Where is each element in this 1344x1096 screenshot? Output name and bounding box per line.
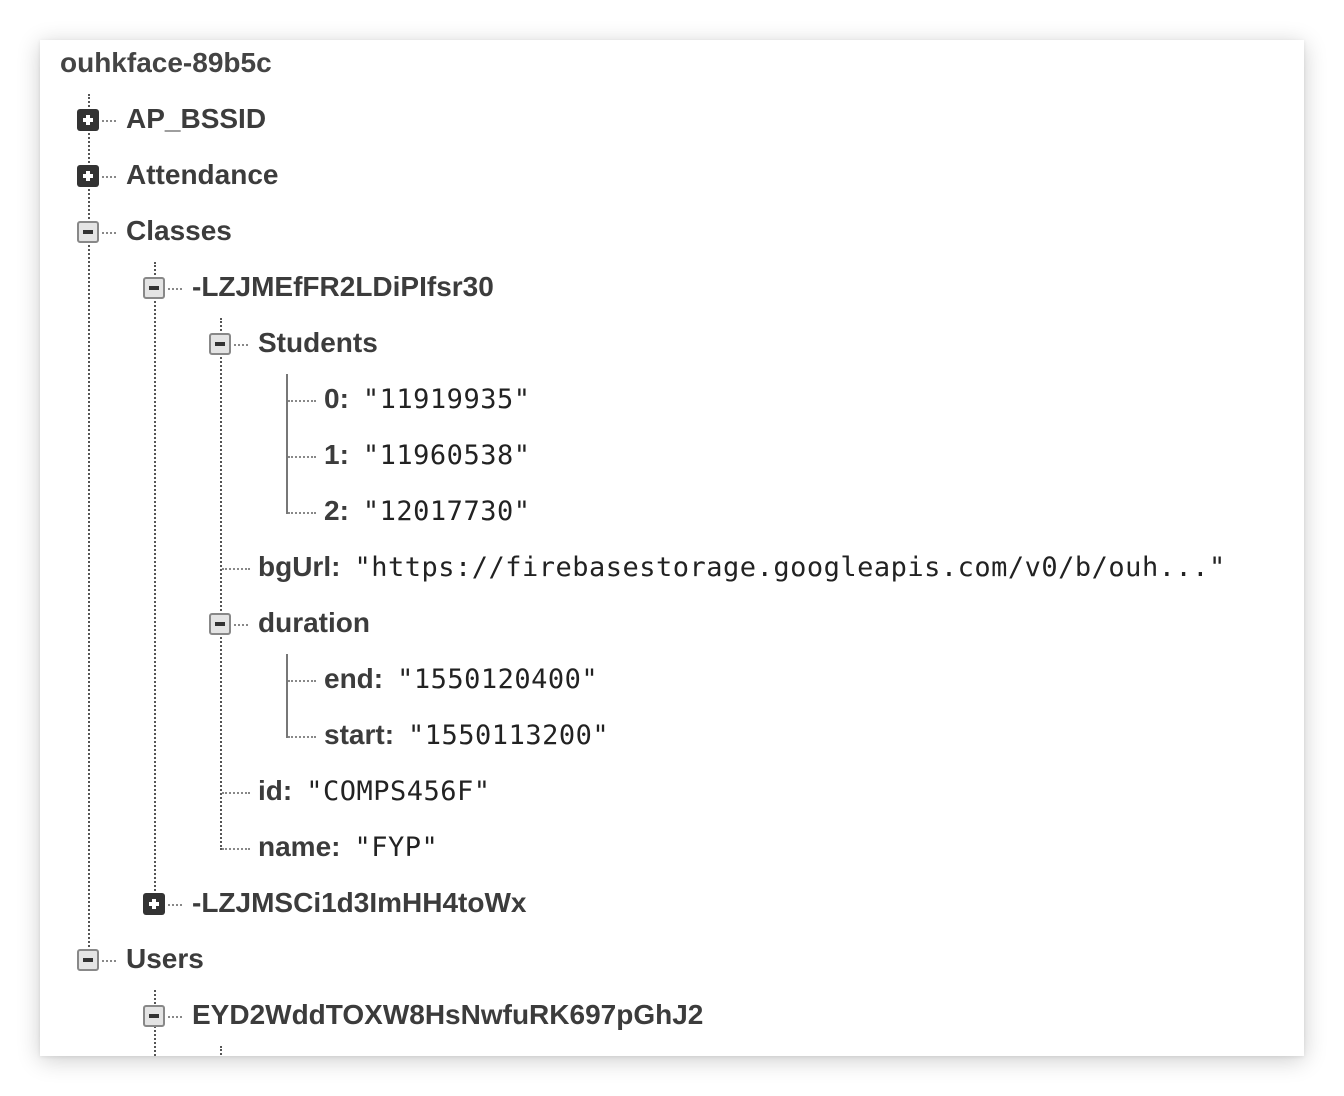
- tree-node-class-1[interactable]: -LZJMEfFR2LDiPIfsr30: [192, 270, 494, 304]
- leaf-value[interactable]: "COMPS456F": [306, 776, 490, 807]
- tree-node-students[interactable]: Students: [258, 326, 378, 360]
- collapse-icon[interactable]: [209, 333, 231, 355]
- tree-connector: [168, 1016, 182, 1018]
- leaf-colon: :: [331, 551, 341, 582]
- database-root-label[interactable]: ouhkface-89b5c: [60, 46, 272, 80]
- tree-leaf-student-2[interactable]: 2: "12017730": [324, 494, 530, 528]
- tree-leaf-start[interactable]: start: "1550113200": [324, 718, 609, 752]
- tree-guide-students: [286, 374, 288, 514]
- node-key[interactable]: -LZJMSCi1d3ImHH4toWx: [192, 887, 526, 918]
- collapse-icon[interactable]: [77, 221, 99, 243]
- node-key[interactable]: Students: [258, 327, 378, 358]
- tree-connector: [168, 904, 182, 906]
- tree-leaf-student-1[interactable]: 1: "11960538": [324, 438, 530, 472]
- leaf-key[interactable]: 1: [324, 439, 340, 470]
- expand-icon[interactable]: [143, 893, 165, 915]
- node-key[interactable]: Attendance: [126, 159, 278, 190]
- leaf-colon: :: [331, 831, 341, 862]
- leaf-value[interactable]: "11919935": [363, 384, 531, 415]
- tree-node-users[interactable]: Users: [126, 942, 204, 976]
- tree-connector: [102, 232, 116, 234]
- leaf-value[interactable]: "FYP": [354, 832, 438, 863]
- tree-node-class-2[interactable]: -LZJMSCi1d3ImHH4toWx: [192, 886, 526, 920]
- collapse-icon[interactable]: [143, 1005, 165, 1027]
- node-key[interactable]: Classes: [126, 215, 232, 246]
- expand-icon[interactable]: [77, 109, 99, 131]
- leaf-key[interactable]: 0: [324, 383, 340, 414]
- tree-guide-level-1: [154, 262, 156, 906]
- node-key[interactable]: -LZJMEfFR2LDiPIfsr30: [192, 271, 494, 302]
- leaf-value[interactable]: "11960538": [363, 440, 531, 471]
- leaf-colon: :: [384, 719, 395, 750]
- tree-connector: [102, 120, 116, 122]
- tree-guide-user-children: [220, 1046, 222, 1056]
- tree-connector: [222, 792, 250, 794]
- tree-connector: [168, 288, 182, 290]
- tree-leaf-student-0[interactable]: 0: "11919935": [324, 382, 530, 416]
- leaf-colon: :: [373, 663, 384, 694]
- node-key[interactable]: EYD2WddTOXW8HsNwfuRK697pGhJ2: [192, 999, 703, 1030]
- tree-connector: [288, 512, 316, 514]
- leaf-colon: :: [339, 495, 349, 526]
- tree-leaf-bgurl[interactable]: bgUrl: "https://firebasestorage.googleapi…: [258, 550, 1226, 584]
- tree-leaf-end[interactable]: end: "1550120400": [324, 662, 598, 696]
- tree-connector: [222, 568, 250, 570]
- tree-node-attendance[interactable]: Attendance: [126, 158, 278, 192]
- collapse-icon[interactable]: [209, 613, 231, 635]
- collapse-icon[interactable]: [77, 949, 99, 971]
- leaf-key[interactable]: bgUrl: [258, 551, 331, 582]
- leaf-colon: :: [339, 439, 349, 470]
- leaf-key[interactable]: name: [258, 831, 331, 862]
- tree-connector: [102, 176, 116, 178]
- leaf-colon: :: [339, 383, 349, 414]
- tree-connector: [288, 736, 316, 738]
- tree-leaf-id[interactable]: id: "COMPS456F": [258, 774, 491, 808]
- tree-connector: [222, 848, 250, 850]
- database-tree-panel: ouhkface-89b5c AP_BSSID Attendance Class…: [40, 40, 1304, 1056]
- node-key[interactable]: Users: [126, 943, 204, 974]
- leaf-colon: :: [282, 775, 293, 806]
- tree-node-ap-bssid[interactable]: AP_BSSID: [126, 102, 266, 136]
- tree-connector: [234, 624, 248, 626]
- leaf-key[interactable]: 2: [324, 495, 340, 526]
- leaf-key[interactable]: end: [324, 663, 374, 694]
- leaf-key[interactable]: id: [258, 775, 283, 806]
- tree-guide-duration: [286, 654, 288, 738]
- expand-icon[interactable]: [77, 165, 99, 187]
- tree-leaf-name[interactable]: name: "FYP": [258, 830, 438, 864]
- leaf-value[interactable]: "12017730": [363, 496, 531, 527]
- node-key[interactable]: AP_BSSID: [126, 103, 266, 134]
- tree-connector: [234, 344, 248, 346]
- leaf-value[interactable]: "1550113200": [408, 720, 609, 751]
- tree-connector: [288, 456, 316, 458]
- tree-guide-level-2: [220, 318, 222, 850]
- tree-node-user-1[interactable]: EYD2WddTOXW8HsNwfuRK697pGhJ2: [192, 998, 703, 1032]
- tree-connector: [288, 680, 316, 682]
- tree-node-classes[interactable]: Classes: [126, 214, 232, 248]
- tree-connector: [102, 960, 116, 962]
- tree-node-duration[interactable]: duration: [258, 606, 370, 640]
- node-key[interactable]: duration: [258, 607, 370, 638]
- leaf-key[interactable]: start: [324, 719, 385, 750]
- tree-connector: [288, 400, 316, 402]
- leaf-value[interactable]: "1550120400": [397, 664, 598, 695]
- leaf-value[interactable]: "https://firebasestorage.googleapis.com/…: [354, 552, 1225, 583]
- collapse-icon[interactable]: [143, 277, 165, 299]
